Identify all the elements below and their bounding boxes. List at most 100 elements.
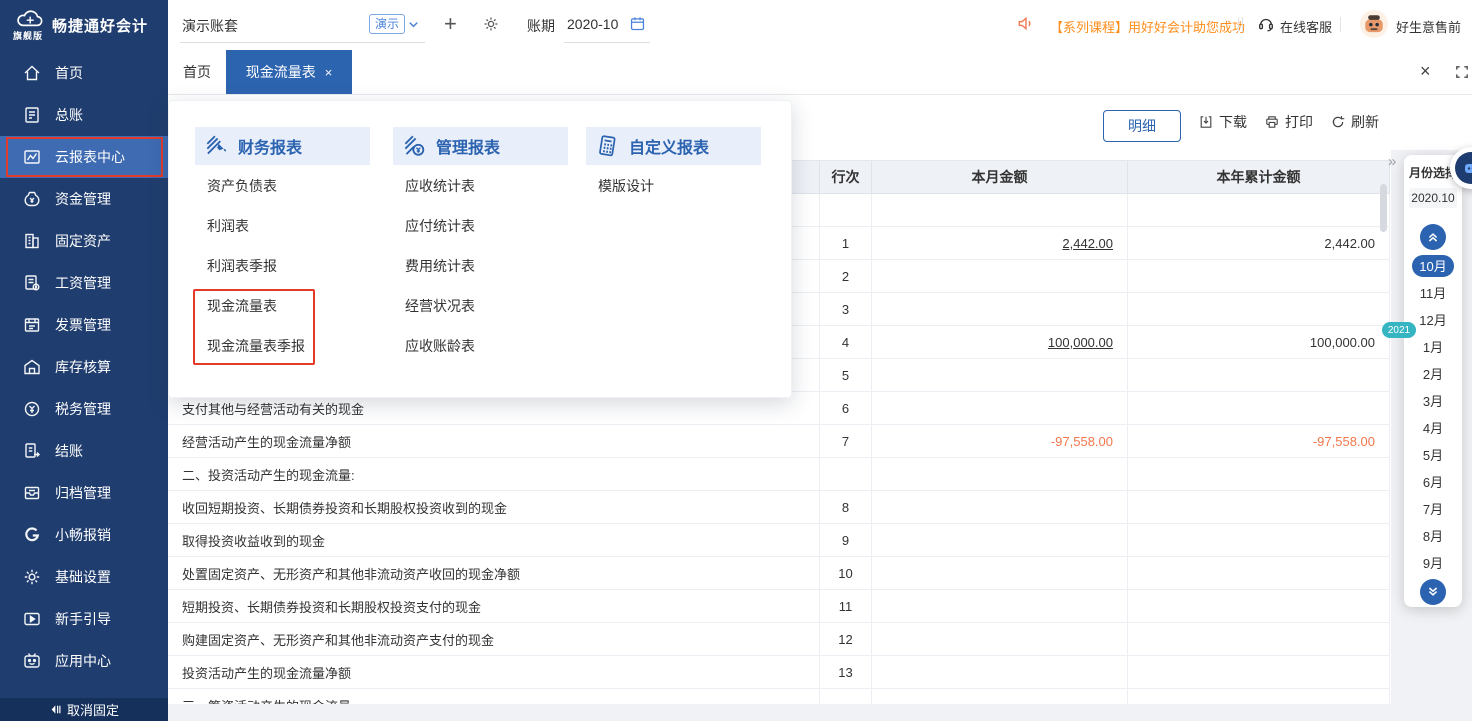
scroll-months-down-button[interactable] (1420, 579, 1446, 605)
close-all-tabs-icon[interactable]: × (1420, 61, 1431, 81)
cell-month-amount (872, 491, 1128, 523)
sidebar-item-salary[interactable]: 工资管理 (0, 262, 168, 304)
month-option-11[interactable]: 9月 (1404, 549, 1462, 576)
sidebar-item-archive[interactable]: 归档管理 (0, 472, 168, 514)
menu-item-expense-stats[interactable]: 费用统计表 (405, 246, 573, 286)
month-option-3[interactable]: 1月 (1404, 333, 1462, 360)
month-amount-value[interactable]: 2,442.00 (1062, 236, 1113, 251)
cell-ytd-amount (1128, 458, 1390, 490)
cell-item: 处置固定资产、无形资产和其他非流动资产收回的现金净额 (168, 557, 820, 589)
scroll-months-up-button[interactable] (1420, 224, 1446, 250)
cell-month-amount: 100,000.00 (872, 326, 1128, 358)
month-option-0[interactable]: 10月 (1404, 252, 1462, 279)
table-row-12: 短期投资、长期债券投资和长期股权投资支付的现金 11 (168, 590, 1390, 623)
month-option-5[interactable]: 3月 (1404, 387, 1462, 414)
online-service-link[interactable]: 在线客服 (1280, 17, 1332, 36)
menu-item-balance-sheet[interactable]: 资产负债表 (207, 166, 375, 206)
inventory-icon (22, 357, 42, 377)
month-option-label: 9月 (1422, 556, 1444, 571)
refresh-button[interactable]: 刷新 (1330, 112, 1379, 132)
print-icon (1264, 114, 1280, 130)
sidebar-item-invoice[interactable]: 发票管理 (0, 304, 168, 346)
add-account-set-button[interactable]: + (444, 11, 457, 37)
sidebar-item-guide[interactable]: 新手引导 (0, 598, 168, 640)
divider (1340, 17, 1341, 32)
logo: 旗舰版 畅捷通好会计 (0, 0, 168, 52)
cell-item: 经营活动产生的现金流量净额 (168, 425, 820, 457)
sidebar-item-tax[interactable]: 税务管理 (0, 388, 168, 430)
fullscreen-icon[interactable] (1454, 64, 1470, 80)
print-label: 打印 (1285, 114, 1313, 130)
detail-button[interactable]: 明细 (1103, 110, 1181, 142)
sidebar-item-home[interactable]: 首页 (0, 52, 168, 94)
table-scrollbar[interactable] (1380, 184, 1387, 232)
print-button[interactable]: 打印 (1264, 112, 1313, 132)
announcement-link[interactable]: 【系列课程】用好好会计助您成功 (1050, 17, 1245, 36)
month-option-9[interactable]: 7月 (1404, 495, 1462, 522)
cell-row-no: 10 (820, 557, 872, 589)
menu-item-receivable-stats[interactable]: 应收统计表 (405, 166, 573, 206)
sidebar-item-cloud-report-center[interactable]: 云报表中心 (0, 136, 168, 178)
tab-label: 现金流量表 (245, 64, 316, 80)
menu-item-payable-stats[interactable]: 应付统计表 (405, 206, 573, 246)
sidebar-item-reimburse[interactable]: 小畅报销 (0, 514, 168, 556)
menu-item-template-design[interactable]: 模版设计 (598, 166, 766, 206)
user-name[interactable]: 好生意售前 (1396, 17, 1461, 36)
month-option-4[interactable]: 2月 (1404, 360, 1462, 387)
chevron-down-icon[interactable] (406, 17, 421, 32)
month-option-10[interactable]: 8月 (1404, 522, 1462, 549)
month-option-8[interactable]: 6月 (1404, 468, 1462, 495)
sidebar-item-funds[interactable]: 资金管理 (0, 178, 168, 220)
month-option-6[interactable]: 4月 (1404, 414, 1462, 441)
sidebar-item-app-center[interactable]: 应用中心 (0, 640, 168, 682)
report-menu-title: 财务报表 (238, 140, 303, 157)
month-option-7[interactable]: 5月 (1404, 441, 1462, 468)
gear-icon[interactable] (482, 15, 500, 33)
tab-cash-flow[interactable]: 现金流量表 × (226, 50, 352, 94)
robot-avatar[interactable] (1360, 10, 1388, 38)
cell-row-no: 3 (820, 293, 872, 325)
guide-icon (22, 609, 42, 629)
finance-report-icon (203, 133, 229, 159)
sidebar-item-label: 工资管理 (55, 275, 111, 291)
cell-row-no: 1 (820, 227, 872, 259)
report-menu-items-0: 资产负债表 利润表 利润表季报 现金流量表 现金流量表季报 (195, 166, 375, 366)
sidebar-item-settings[interactable]: 基础设置 (0, 556, 168, 598)
report-menu-column-2: 自定义报表 模版设计 (586, 127, 766, 206)
month-option-1[interactable]: 11月 (1404, 279, 1462, 306)
menu-item-receivable-aging[interactable]: 应收账龄表 (405, 326, 573, 366)
ytd-amount-value: -97,558.00 (1312, 433, 1375, 449)
unpin-icon (49, 702, 64, 717)
sidebar-item-fixed-assets[interactable]: 固定资产 (0, 220, 168, 262)
tab-close-icon[interactable]: × (325, 65, 333, 80)
menu-item-cash-flow-quarterly[interactable]: 现金流量表季报 (207, 326, 375, 366)
calendar-icon[interactable] (629, 15, 646, 32)
table-row-11: 处置固定资产、无形资产和其他非流动资产收回的现金净额 10 (168, 557, 1390, 590)
period-value[interactable]: 2020-10 (567, 16, 618, 32)
chevron-double-up-icon (1425, 229, 1441, 245)
tab-home[interactable]: 首页 (168, 50, 226, 94)
month-option-label: 7月 (1422, 502, 1444, 517)
period-underline (564, 42, 650, 43)
download-button[interactable]: 下载 (1198, 112, 1247, 132)
month-amount-value[interactable]: 100,000.00 (1048, 335, 1113, 350)
collapse-month-panel-icon[interactable]: » (1388, 153, 1396, 170)
account-set-selector[interactable]: 演示账套 (182, 16, 238, 36)
sidebar-item-label: 归档管理 (55, 485, 111, 501)
sidebar-item-inventory[interactable]: 库存核算 (0, 346, 168, 388)
menu-item-cash-flow[interactable]: 现金流量表 (207, 286, 375, 326)
edition-label: 旗舰版 (13, 31, 44, 41)
report-center-icon (22, 147, 42, 167)
menu-item-income-statement[interactable]: 利润表 (207, 206, 375, 246)
divider (1238, 17, 1239, 32)
menu-item-operation-status[interactable]: 经营状况表 (405, 286, 573, 326)
sidebar-item-closing[interactable]: 结账 (0, 430, 168, 472)
unpin-sidebar-button[interactable]: 取消固定 (0, 698, 168, 721)
refresh-icon (1330, 114, 1346, 130)
sidebar-item-general-ledger[interactable]: 总账 (0, 94, 168, 136)
cell-item: 短期投资、长期债券投资和长期股权投资支付的现金 (168, 590, 820, 622)
cell-month-amount (872, 392, 1128, 424)
menu-item-income-statement-quarterly[interactable]: 利润表季报 (207, 246, 375, 286)
home-icon (22, 63, 42, 83)
table-row-14: 投资活动产生的现金流量净额 13 (168, 656, 1390, 689)
